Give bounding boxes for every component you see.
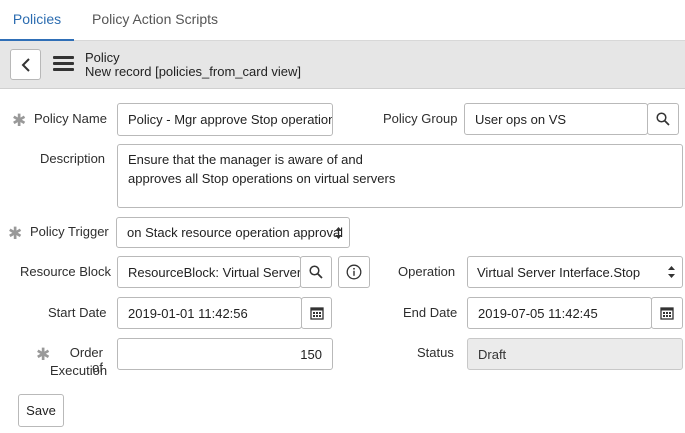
policy-trigger-select[interactable]: on Stack resource operation approval	[116, 217, 350, 248]
policy-group-label: Policy Group	[383, 111, 458, 126]
policy-group-search-button[interactable]	[647, 103, 679, 135]
description-line-1: Ensure that the manager is aware of and	[128, 152, 363, 167]
resource-block-label: Resource Block	[20, 264, 112, 279]
search-icon	[656, 112, 670, 126]
start-date-input[interactable]: 2019-01-01 11:42:56	[117, 297, 302, 329]
required-asterisk-icon: ✱	[12, 111, 27, 130]
operation-select[interactable]: Virtual Server Interface.Stop	[467, 256, 683, 288]
policy-trigger-label: Policy Trigger	[30, 224, 109, 239]
save-button[interactable]: Save	[18, 394, 64, 427]
order-of-execution-input[interactable]: 150	[117, 338, 333, 370]
required-asterisk-icon: ✱	[8, 224, 23, 243]
chevron-left-icon	[21, 58, 30, 72]
back-button[interactable]	[10, 49, 41, 80]
end-date-calendar-button[interactable]	[651, 297, 683, 329]
tab-policy-action-scripts[interactable]: Policy Action Scripts	[92, 0, 218, 41]
record-header: Policy New record [policies_from_card vi…	[0, 41, 685, 89]
record-title: Policy	[85, 50, 120, 65]
select-arrows-icon	[668, 266, 675, 278]
resource-block-search-button[interactable]	[300, 256, 332, 288]
status-label: Status	[417, 345, 454, 360]
info-icon	[346, 264, 362, 280]
tab-bar: Policies Policy Action Scripts	[0, 0, 685, 42]
required-asterisk-icon: ✱	[36, 345, 51, 364]
status-field: Draft	[467, 338, 683, 370]
start-date-calendar-button[interactable]	[301, 297, 332, 329]
description-line-2: approves all Stop operations on virtual …	[128, 171, 396, 186]
tab-policies[interactable]: Policies	[0, 0, 74, 42]
operation-value: Virtual Server Interface.Stop	[477, 265, 641, 280]
end-date-input[interactable]: 2019-07-05 11:42:45	[467, 297, 652, 329]
description-label: Description	[40, 151, 106, 166]
operation-label: Operation	[398, 264, 456, 279]
calendar-icon	[660, 307, 674, 320]
resource-block-input[interactable]: ResourceBlock: Virtual Server	[117, 256, 301, 288]
policy-trigger-value: on Stack resource operation approval	[127, 225, 344, 240]
end-date-label: End Date	[403, 305, 458, 320]
select-arrows-icon	[335, 227, 342, 239]
policy-name-input[interactable]: Policy - Mgr approve Stop operation	[117, 103, 333, 136]
start-date-label: Start Date	[48, 305, 107, 320]
resource-block-info-button[interactable]	[338, 256, 370, 288]
description-textarea[interactable]: Ensure that the manager is aware of and …	[117, 144, 683, 208]
record-subtitle: New record [policies_from_card view]	[85, 64, 302, 79]
calendar-icon	[309, 307, 324, 320]
policy-name-label: Policy Name	[34, 111, 107, 126]
search-icon	[309, 265, 323, 279]
order-label-line-2: Execution	[50, 363, 108, 378]
hamburger-menu-icon[interactable]	[53, 56, 74, 72]
policy-group-input[interactable]: User ops on VS	[464, 103, 648, 135]
